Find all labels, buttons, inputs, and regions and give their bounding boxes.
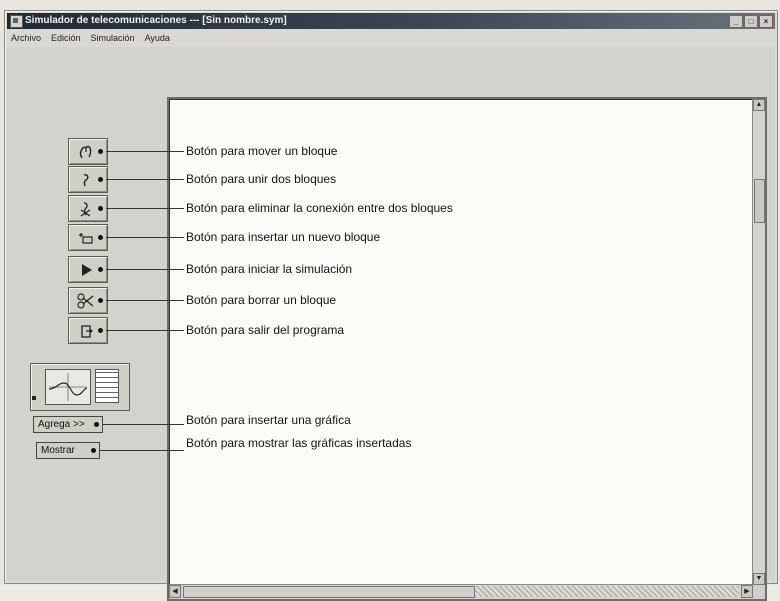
app-window: Simulador de telecomunicaciones --- [Sin… — [4, 10, 778, 601]
callout-line — [106, 151, 184, 152]
callout-dot — [98, 206, 103, 211]
start-simulation-label: Botón para iniciar la simulación — [186, 262, 353, 276]
disconnect-blocks-button[interactable] — [68, 195, 108, 222]
horizontal-scroll-track[interactable] — [475, 586, 739, 597]
callout-line — [106, 179, 184, 180]
insert-block-button[interactable] — [68, 224, 108, 251]
callout-dot — [98, 328, 103, 333]
callout-dot — [98, 235, 103, 240]
scissors-icon — [77, 293, 94, 309]
client-area: ▲ ▼ ◀ ▶ — [7, 47, 775, 601]
callout-line — [103, 424, 184, 425]
play-icon — [82, 264, 92, 276]
callout-line — [106, 208, 184, 209]
page: Simulador de telecomunicaciones --- [Sin… — [0, 0, 780, 601]
menu-simulacion[interactable]: Simulación — [91, 31, 135, 45]
scroll-corner — [753, 585, 765, 599]
scroll-down-icon[interactable]: ▼ — [753, 573, 765, 585]
callout-line — [100, 450, 184, 451]
insert-block-label: Botón para insertar un nuevo bloque — [186, 230, 381, 244]
maximize-button[interactable]: □ — [744, 15, 758, 28]
disconnect-blocks-label: Botón para eliminar la conexión entre do… — [186, 201, 453, 215]
vertical-scroll-thumb[interactable] — [754, 179, 765, 223]
exit-program-button[interactable] — [68, 317, 108, 344]
window-title: Simulador de telecomunicaciones --- [Sin… — [25, 15, 287, 26]
scroll-left-icon[interactable]: ◀ — [169, 585, 181, 598]
callout-line — [106, 330, 184, 331]
graph-icon[interactable] — [45, 369, 91, 405]
horizontal-scroll-thumb[interactable] — [183, 586, 475, 598]
menu-edicion[interactable]: Edición — [51, 31, 81, 45]
callout-dot — [98, 267, 103, 272]
add-graph-button[interactable]: Agrega >> — [33, 416, 103, 433]
scroll-right-icon[interactable]: ▶ — [741, 585, 753, 598]
menu-bar: Archivo Edición Simulación Ayuda — [7, 31, 775, 45]
callout-line — [106, 300, 184, 301]
panel-marker — [32, 396, 36, 400]
move-block-button[interactable] — [68, 138, 108, 165]
menu-ayuda[interactable]: Ayuda — [145, 31, 170, 45]
app-icon — [10, 15, 23, 28]
connect-blocks-label: Botón para unir dos bloques — [186, 172, 337, 186]
scroll-up-icon[interactable]: ▲ — [753, 99, 765, 111]
callout-dot — [94, 422, 99, 427]
graph-panel — [30, 363, 130, 411]
callout-dot — [98, 149, 103, 154]
callout-dot — [98, 177, 103, 182]
close-button[interactable]: × — [759, 15, 773, 28]
menu-archivo[interactable]: Archivo — [11, 31, 41, 45]
connect-icon — [83, 174, 89, 187]
exit-icon — [81, 325, 93, 338]
horizontal-scrollbar[interactable]: ◀ ▶ — [169, 584, 753, 599]
start-simulation-button[interactable] — [68, 256, 108, 283]
title-bar[interactable]: Simulador de telecomunicaciones --- [Sin… — [7, 13, 775, 29]
delete-block-button[interactable] — [68, 287, 108, 314]
vertical-scrollbar[interactable]: ▲ ▼ — [752, 99, 765, 585]
callout-dot — [91, 448, 96, 453]
callout-line — [106, 269, 184, 270]
disconnect-icon — [80, 202, 91, 217]
exit-program-label: Botón para salir del programa — [186, 323, 345, 337]
callout-line — [106, 237, 184, 238]
minimize-button[interactable]: _ — [729, 15, 743, 28]
add-graph-label: Botón para insertar una gráfica — [186, 413, 351, 427]
delete-block-label: Botón para borrar un bloque — [186, 293, 337, 307]
callout-dot — [98, 298, 103, 303]
insert-block-icon — [79, 233, 93, 244]
connect-blocks-button[interactable] — [68, 166, 108, 193]
table-icon[interactable] — [95, 369, 119, 403]
show-graphs-label: Botón para mostrar las gráficas insertad… — [186, 436, 412, 450]
move-block-label: Botón para mover un bloque — [186, 144, 338, 158]
hand-move-icon — [79, 145, 92, 159]
